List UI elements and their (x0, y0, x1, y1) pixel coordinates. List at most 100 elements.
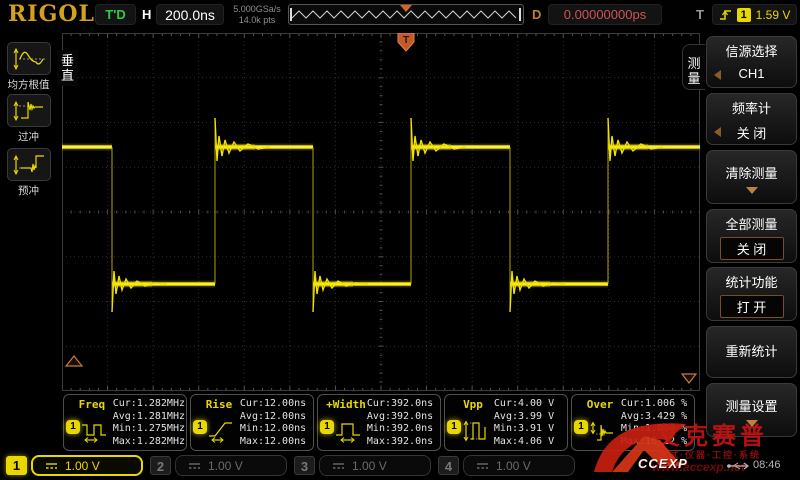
dc-coupling-icon (476, 461, 489, 471)
menu-freq-counter[interactable]: 频率计 关 闭 (706, 93, 797, 145)
waveform-trace-ch1 (62, 118, 700, 312)
channel-badge: 1 (193, 420, 207, 434)
rms-button[interactable] (7, 42, 51, 75)
menu-clear-measure[interactable]: 清除测量 (706, 150, 797, 204)
trigger-source-badge: 1 (737, 8, 751, 22)
preshoot-icon (11, 152, 47, 178)
status-bar: RIGOL T'D H 200.0ns 5.000GSa/s 14.0k pts… (0, 0, 800, 30)
sample-rate: 5.000GSa/s (226, 4, 288, 15)
rigol-logo: RIGOL (8, 1, 95, 27)
measure-values: Cur:1.282MHz Avg:1.281MHz Min:1.275MHz M… (110, 395, 186, 450)
measure-values: Cur:392.0ns Avg:392.0ns Min:392.0ns Max:… (364, 395, 440, 450)
vertical-menu-text: 垂直 (60, 53, 75, 83)
menu-item-title: 频率计 (707, 98, 796, 117)
measure-box-pwidth: +Width 1 Cur:392.0ns Avg:392.0ns Min:392… (317, 394, 441, 451)
preview-wave-icon (289, 5, 523, 24)
menu-item-title: 清除测量 (707, 163, 796, 182)
menu-item-title: 全部测量 (707, 214, 796, 233)
overshoot-label: 过冲 (0, 129, 57, 144)
horizontal-label: H (142, 7, 151, 22)
rise-icon (208, 419, 235, 443)
channel-2-badge: 2 (150, 456, 171, 475)
channel-1-control[interactable]: 1 1.00 V (6, 455, 143, 476)
overshoot-button[interactable] (7, 94, 51, 127)
menu-item-title: 重新统计 (707, 341, 796, 360)
oscilloscope-screen: RIGOL T'D H 200.0ns 5.000GSa/s 14.0k pts… (0, 0, 800, 480)
down-arrow-icon (746, 187, 758, 194)
pan-up-arrow[interactable] (66, 356, 82, 366)
channel-1-badge: 1 (6, 456, 27, 475)
ccexp-logo-text: CCEXP (638, 456, 688, 471)
preshoot-label: 预冲 (0, 183, 57, 198)
dc-coupling-icon (45, 461, 58, 471)
waveform-preview-strip[interactable] (288, 4, 524, 25)
measure-name: Rise (191, 398, 247, 411)
freq-icon (81, 419, 108, 443)
channel-2-scale: 1.00 V (175, 455, 287, 476)
menu-item-value: CH1 (707, 66, 796, 81)
left-toolbar: 均方根值 过冲 预冲 (0, 30, 57, 450)
menu-item-title: 测量设置 (707, 396, 796, 415)
rms-label: 均方根值 (0, 77, 57, 92)
delay-label: D (532, 7, 541, 22)
acquisition-info: 5.000GSa/s 14.0k pts (226, 4, 288, 26)
pwidth-icon (335, 419, 362, 443)
rms-icon (11, 46, 47, 72)
measure-name: Vpp (445, 398, 501, 411)
trigger-position-marker[interactable]: T (398, 33, 414, 51)
rising-edge-icon (719, 8, 732, 22)
trigger-settings[interactable]: 1 1.59 V (712, 4, 797, 25)
measure-box-rise: Rise 1 Cur:12.00ns Avg:12.00ns Min:12.00… (190, 394, 314, 451)
channel-4-scale: 1.00 V (463, 455, 575, 476)
left-arrow-icon (714, 70, 721, 80)
menu-item-title: 统计功能 (707, 272, 796, 291)
trigger-status-badge: T'D (95, 4, 136, 25)
pan-down-arrow[interactable] (682, 374, 696, 383)
channel-3-scale: 1.00 V (319, 455, 431, 476)
menu-item-value-box: 打 开 (720, 295, 784, 318)
trigger-label: T (696, 7, 704, 22)
menu-source-select[interactable]: 信源选择 CH1 (706, 36, 797, 88)
channel-badge: 1 (66, 420, 80, 434)
measure-menu-tab[interactable]: 测量 (682, 44, 705, 90)
measure-menu-tab-text: 测量 (687, 56, 702, 86)
measure-name: Over (572, 398, 628, 411)
menu-item-value: 关 闭 (707, 123, 796, 142)
dc-coupling-icon (188, 461, 201, 471)
graticule: T (62, 33, 700, 391)
channel-badge: 1 (447, 420, 461, 434)
overshoot-icon (11, 98, 47, 124)
left-arrow-icon (714, 127, 721, 137)
memory-depth: 14.0k pts (226, 15, 288, 26)
measure-box-vpp: Vpp 1 Cur:4.00 V Avg:3.99 V Min:3.91 V M… (444, 394, 568, 451)
measure-name: Freq (64, 398, 120, 411)
channel-badge: 1 (320, 420, 334, 434)
delay-readout[interactable]: 0.00000000ps (548, 4, 662, 25)
vpp-icon (462, 419, 489, 443)
preview-trigger-marker (400, 5, 412, 12)
svg-text:T: T (403, 35, 409, 46)
menu-restat[interactable]: 重新统计 (706, 326, 797, 378)
menu-item-title: 信源选择 (707, 41, 796, 60)
channel-4-control[interactable]: 4 1.00 V (438, 455, 575, 476)
menu-statistics[interactable]: 统计功能 打 开 (706, 267, 797, 321)
trigger-level-readout: 1.59 V (756, 8, 791, 22)
menu-all-measure[interactable]: 全部测量 关 闭 (706, 209, 797, 263)
dc-coupling-icon (332, 461, 345, 471)
channel-3-badge: 3 (294, 456, 315, 475)
timebase-readout[interactable]: 200.0ns (156, 4, 224, 25)
measure-values: Cur:12.00ns Avg:12.00ns Min:12.00ns Max:… (237, 395, 313, 450)
clock-readout: 08:46 (753, 459, 781, 471)
preshoot-button[interactable] (7, 148, 51, 181)
channel-3-control[interactable]: 3 1.00 V (294, 455, 431, 476)
channel-1-scale: 1.00 V (31, 455, 143, 476)
measure-box-freq: Freq 1 Cur:1.282MHz Avg:1.281MHz Min:1.2… (63, 394, 187, 451)
measure-name: +Width (318, 398, 374, 411)
channel-4-badge: 4 (438, 456, 459, 475)
menu-item-value-box: 关 闭 (720, 237, 784, 260)
measure-values: Cur:4.00 V Avg:3.99 V Min:3.91 V Max:4.0… (491, 395, 567, 450)
channel-2-control[interactable]: 2 1.00 V (150, 455, 287, 476)
usb-icon (726, 461, 750, 471)
vertical-menu-label: 垂直 (57, 50, 78, 86)
grid-lines (62, 33, 700, 391)
